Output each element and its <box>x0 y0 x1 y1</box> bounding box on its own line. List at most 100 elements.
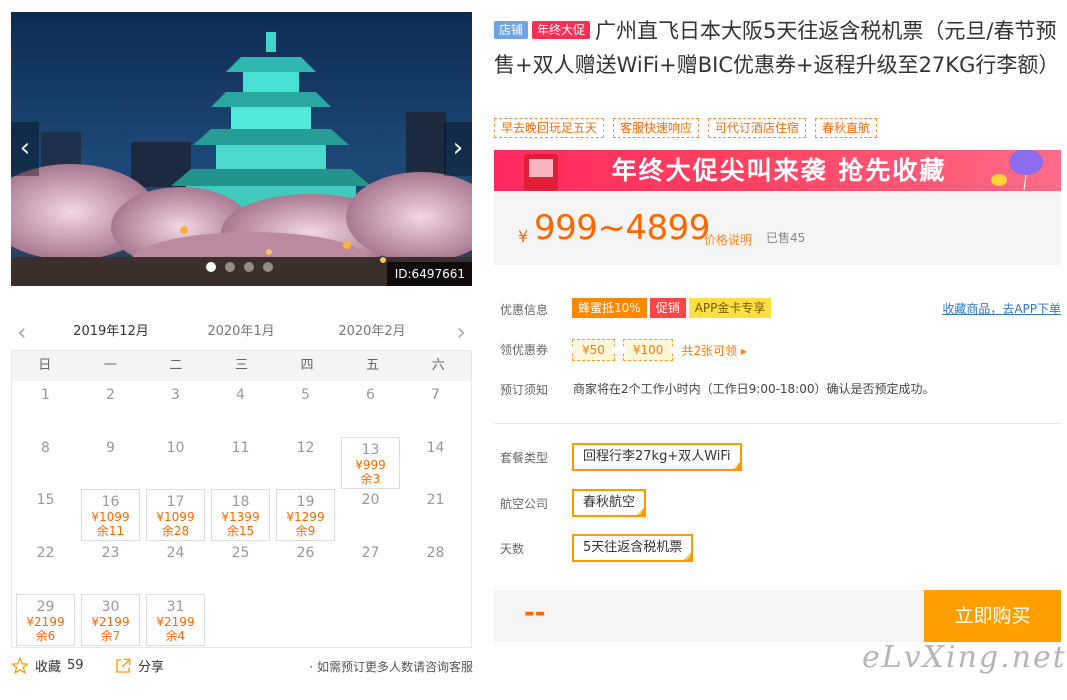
day-number: 8 <box>41 439 50 456</box>
price-note-link[interactable]: 价格说明 <box>704 231 752 248</box>
day-number: 20 <box>361 492 380 508</box>
shop-tag[interactable]: 店铺 <box>494 21 529 39</box>
day-number: 27 <box>361 544 380 561</box>
weekday-label: 一 <box>103 358 117 373</box>
airline-label: 航空公司 <box>500 497 549 511</box>
day-number: 4 <box>236 387 245 403</box>
favorite-app-link[interactable]: 收藏商品，去APP下单 <box>942 300 1061 317</box>
day-number: 5 <box>301 387 310 403</box>
check-icon: ✓ <box>685 554 692 562</box>
coupon-label: 领优惠券 <box>500 343 549 357</box>
calendar-day: 12 <box>273 434 338 487</box>
day-price: ¥999 <box>355 457 386 472</box>
sale-badge: 促销 <box>649 298 686 318</box>
day-number: 2 <box>106 387 115 403</box>
day-number: 26 <box>296 544 315 561</box>
day-number: 31 <box>166 599 185 615</box>
calendar-day-available[interactable]: 31 ¥2199 余4 <box>146 594 205 646</box>
day-price: ¥2199 <box>91 615 130 629</box>
day-number: 13 <box>361 441 380 458</box>
calendar-day: 9 <box>78 434 143 487</box>
day-number: 23 <box>101 544 120 561</box>
favorite-button[interactable]: 收藏 59 <box>11 656 84 675</box>
day-number: 6 <box>366 387 375 403</box>
buy-now-button[interactable]: 立即购买 <box>924 590 1061 642</box>
action-bar: 收藏 59 分享 · 如需预订更多人数请咨询客服 <box>11 656 473 678</box>
weekday-label: 日 <box>38 358 52 373</box>
day-remaining: 余9 <box>295 524 316 538</box>
share-label: 分享 <box>138 660 165 675</box>
gallery-dot[interactable] <box>263 262 273 272</box>
banner-text: 年终大促尖叫来袭 抢先收藏 <box>611 156 947 185</box>
calendar-day: 7 <box>403 381 468 434</box>
day-number: 1 <box>41 387 50 403</box>
calendar-days: 1 2 3 4 5 6 7 8 9 10 11 12 13 ¥999 余3 14 15 16 ¥1099 余11 17 ¥… <box>12 381 471 646</box>
calendar-day-available[interactable]: 16 ¥1099 余11 <box>81 489 140 541</box>
selected-price: -- <box>524 598 546 628</box>
month-tab-feb-2020[interactable]: 2020年2月 <box>324 320 420 351</box>
day-price: ¥1099 <box>91 510 130 524</box>
calendar-day-available[interactable]: 18 ¥1399 余15 <box>211 489 270 541</box>
weekday-label: 六 <box>431 358 445 373</box>
gallery-dot[interactable] <box>244 262 254 272</box>
price-currency: ¥ <box>518 227 529 246</box>
watermark: eLvXing.net <box>862 640 1067 675</box>
day-number: 28 <box>426 544 445 561</box>
consult-note: · 如需预订更多人数请咨询客服 <box>309 660 473 674</box>
days-option[interactable]: 5天往返含税机票 ✓ <box>572 534 694 562</box>
calendar-day: 1 <box>13 381 78 434</box>
calendar-day: 6 <box>338 381 403 434</box>
coupon-list: ¥50 ¥100 共2张可领 ▸ <box>569 339 747 361</box>
share-button[interactable]: 分享 <box>114 656 164 675</box>
calendar-day-available[interactable]: 13 ¥999 余3 <box>341 436 400 489</box>
product-gallery[interactable]: ‹ › ID:6497661 <box>11 12 472 286</box>
honey-discount-badge: 蜂蜜抵10% <box>572 298 647 318</box>
month-tab-dec-2019[interactable]: 2019年12月 <box>63 320 159 354</box>
calendar-day: 10 <box>143 434 208 487</box>
feature-tag: 可代订酒店住宿 <box>708 118 807 138</box>
day-remaining: 余15 <box>226 524 255 538</box>
day-number: 29 <box>36 599 55 615</box>
sale-tag: 年终大促 <box>532 21 591 39</box>
section-divider <box>494 423 1061 424</box>
calendar-header: ‹ 2019年12月 2020年1月 2020年2月 › <box>11 314 472 354</box>
days-option-text: 5天往返含税机票 <box>583 540 683 555</box>
weekday-label: 五 <box>366 358 380 373</box>
calendar-day-available[interactable]: 17 ¥1099 余28 <box>146 489 205 541</box>
calendar-day: 4 <box>208 381 273 434</box>
gallery-next-button[interactable]: › <box>444 122 472 176</box>
calendar-prev-icon[interactable]: ‹ <box>17 318 27 346</box>
product-title-block: 店铺 年终大促 广州直飞日本大阪5天往返含税机票（元旦/春节预售+双人赠送WiFi+… <box>494 14 1060 82</box>
month-tab-jan-2020[interactable]: 2020年1月 <box>193 320 289 351</box>
booking-label: 预订须知 <box>500 383 549 397</box>
coupon-100[interactable]: ¥100 <box>619 339 676 361</box>
calendar-day: 8 <box>13 434 78 487</box>
gallery-prev-button[interactable]: ‹ <box>11 122 39 176</box>
package-option[interactable]: 回程行李27kg+双人WiFi ✓ <box>572 443 742 471</box>
day-number: 18 <box>231 494 250 510</box>
day-number: 17 <box>166 494 185 510</box>
day-number: 12 <box>296 439 315 456</box>
day-number: 16 <box>101 494 120 510</box>
purchase-bar: -- 立即购买 <box>494 590 1061 642</box>
calendar-day-available[interactable]: 19 ¥1299 余9 <box>276 489 335 541</box>
day-remaining: 余6 <box>35 629 56 643</box>
calendar-day: 28 <box>403 539 468 592</box>
calendar-day-available[interactable]: 29 ¥2199 余6 <box>16 594 75 646</box>
package-label: 套餐类型 <box>500 451 549 465</box>
gallery-dot[interactable] <box>206 262 216 272</box>
calendar-day: 20 <box>338 486 403 539</box>
promo-banner[interactable]: 年终大促尖叫来袭 抢先收藏 <box>494 150 1061 191</box>
feature-tag: 早去晚回玩足五天 <box>494 118 605 138</box>
calendar-day-available[interactable]: 30 ¥2199 余7 <box>81 594 140 646</box>
coupon-50[interactable]: ¥50 <box>569 339 618 361</box>
calendar-day: 27 <box>338 539 403 592</box>
airline-option[interactable]: 春秋航空 ✓ <box>572 489 647 517</box>
gallery-dot[interactable] <box>225 262 235 272</box>
calendar-weekdays: 日 一 二 三 四 五 六 <box>12 351 471 381</box>
booking-notice: 商家将在2个工作小时内（工作日9:00-18:00）确认是否预定成功。 <box>573 382 935 396</box>
day-remaining: 余7 <box>100 629 121 643</box>
calendar-day: 25 <box>208 539 273 592</box>
calendar-next-icon[interactable]: › <box>456 318 466 346</box>
coupon-more-link[interactable]: 共2张可领 ▸ <box>681 342 746 359</box>
